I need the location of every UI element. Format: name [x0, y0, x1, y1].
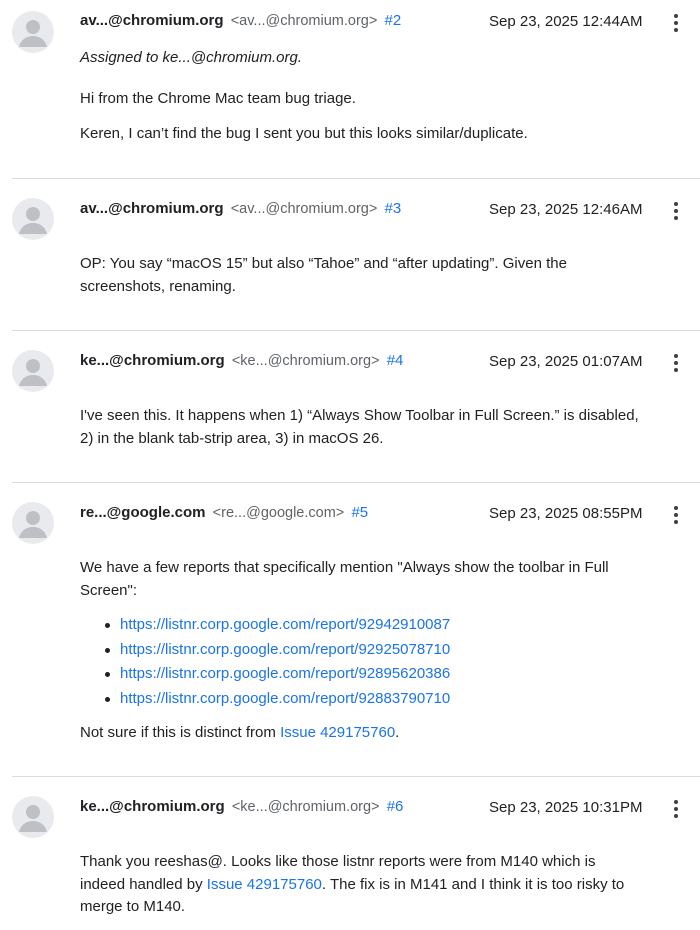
comment-paragraph: Keren, I can’t find the bug I sent you b…: [80, 125, 528, 142]
comment-author-email: <re...@google.com>: [212, 505, 345, 521]
comment-text: .: [395, 724, 400, 741]
comment-divider: [12, 330, 700, 331]
comment-paragraph: Not sure if this is distinct from Issue …: [80, 722, 694, 745]
comment-number-link[interactable]: #5: [351, 504, 368, 521]
comment-author-email: <av...@chromium.org>: [230, 13, 378, 29]
comment-divider: [12, 482, 700, 483]
report-link[interactable]: https://listnr.corp.google.com/report/92…: [120, 641, 450, 658]
comment-paragraph: I've seen this. It happens when 1) “Alwa…: [80, 405, 698, 450]
comment-header: re...@google.com <re...@google.com> #5: [80, 502, 368, 524]
report-link[interactable]: https://listnr.corp.google.com/report/92…: [120, 690, 450, 707]
comment-author: av...@chromium.org: [80, 12, 224, 29]
comment-paragraph-line: 2) in the blank tab-strip area, 3) in ma…: [80, 429, 384, 447]
comment-paragraph-line: indeed handled by Issue 429175760. The f…: [80, 874, 694, 897]
more-vert-icon[interactable]: [666, 199, 686, 223]
comment-paragraph-line: merge to M140.: [80, 898, 186, 915]
comment-paragraph: We have a few reports that specifically …: [80, 557, 694, 602]
person-avatar-icon: [12, 198, 54, 240]
comment-number-link[interactable]: #4: [387, 352, 404, 369]
comment-header: av...@chromium.org <av...@chromium.org> …: [80, 10, 401, 32]
assignment-note: Assigned to ke...@chromium.org.: [80, 49, 302, 66]
comment-paragraph: OP: You say “macOS 15” but also “Tahoe” …: [80, 253, 694, 298]
comment-timestamp: Sep 23, 2025 10:31PM: [489, 799, 643, 816]
person-avatar-icon: [12, 502, 54, 544]
comment-text: . The fix is in M141 and I think it is t…: [321, 875, 625, 893]
comment-paragraph-line: I've seen this. It happens when 1) “Alwa…: [80, 407, 639, 424]
person-avatar-icon: [12, 796, 54, 838]
comment-paragraph: Thank you reeshas@. Looks like those lis…: [80, 851, 694, 919]
comment-timestamp: Sep 23, 2025 12:44AM: [489, 13, 643, 30]
comment-divider: [12, 178, 700, 179]
comment-paragraph-line: screenshots, renaming.: [80, 277, 236, 295]
comment-paragraph: Hi from the Chrome Mac team bug triage.: [80, 90, 356, 107]
more-vert-icon[interactable]: [666, 503, 686, 527]
person-avatar-icon: [12, 350, 54, 392]
comment-paragraph-line: Thank you reeshas@. Looks like those lis…: [80, 853, 596, 870]
comment-number-link[interactable]: #6: [387, 798, 404, 815]
report-link[interactable]: https://listnr.corp.google.com/report/92…: [120, 616, 450, 633]
list-item: https://listnr.corp.google.com/report/92…: [100, 662, 450, 687]
comment-timestamp: Sep 23, 2025 12:46AM: [489, 201, 643, 218]
list-item: https://listnr.corp.google.com/report/92…: [100, 687, 450, 712]
more-vert-icon[interactable]: [666, 351, 686, 375]
more-vert-icon[interactable]: [666, 11, 686, 35]
comment-paragraph-line: Screen":: [80, 581, 138, 599]
list-item: https://listnr.corp.google.com/report/92…: [100, 613, 450, 638]
comment-timestamp: Sep 23, 2025 08:55PM: [489, 505, 643, 522]
issue-link[interactable]: Issue 429175760: [207, 876, 322, 893]
comment-paragraph-line: We have a few reports that specifically …: [80, 559, 609, 576]
more-vert-icon[interactable]: [666, 797, 686, 821]
comment-author: av...@chromium.org: [80, 200, 224, 217]
issue-link[interactable]: Issue 429175760: [280, 724, 395, 741]
comment-text: Not sure if this is distinct from: [80, 724, 281, 741]
comment-text: indeed handled by: [80, 875, 207, 893]
report-link[interactable]: https://listnr.corp.google.com/report/92…: [120, 665, 450, 682]
comment-author-email: <ke...@chromium.org>: [231, 799, 380, 815]
comment-paragraph-line: OP: You say “macOS 15” but also “Tahoe” …: [80, 255, 567, 272]
comment-author-email: <ke...@chromium.org>: [231, 353, 380, 369]
report-link-list: https://listnr.corp.google.com/report/92…: [100, 613, 450, 711]
comment-author: ke...@chromium.org: [80, 352, 225, 369]
comment-header: ke...@chromium.org <ke...@chromium.org> …: [80, 796, 403, 818]
comment-header: ke...@chromium.org <ke...@chromium.org> …: [80, 350, 403, 372]
comment-divider: [12, 776, 700, 777]
comment-number-link[interactable]: #2: [385, 12, 402, 29]
comment-number-link[interactable]: #3: [385, 200, 402, 217]
comment-author: re...@google.com: [80, 504, 206, 521]
comment-author-email: <av...@chromium.org>: [230, 201, 378, 217]
person-avatar-icon: [12, 11, 54, 53]
comment-author: ke...@chromium.org: [80, 798, 225, 815]
comment-timestamp: Sep 23, 2025 01:07AM: [489, 353, 643, 370]
list-item: https://listnr.corp.google.com/report/92…: [100, 638, 450, 663]
comment-header: av...@chromium.org <av...@chromium.org> …: [80, 198, 401, 220]
